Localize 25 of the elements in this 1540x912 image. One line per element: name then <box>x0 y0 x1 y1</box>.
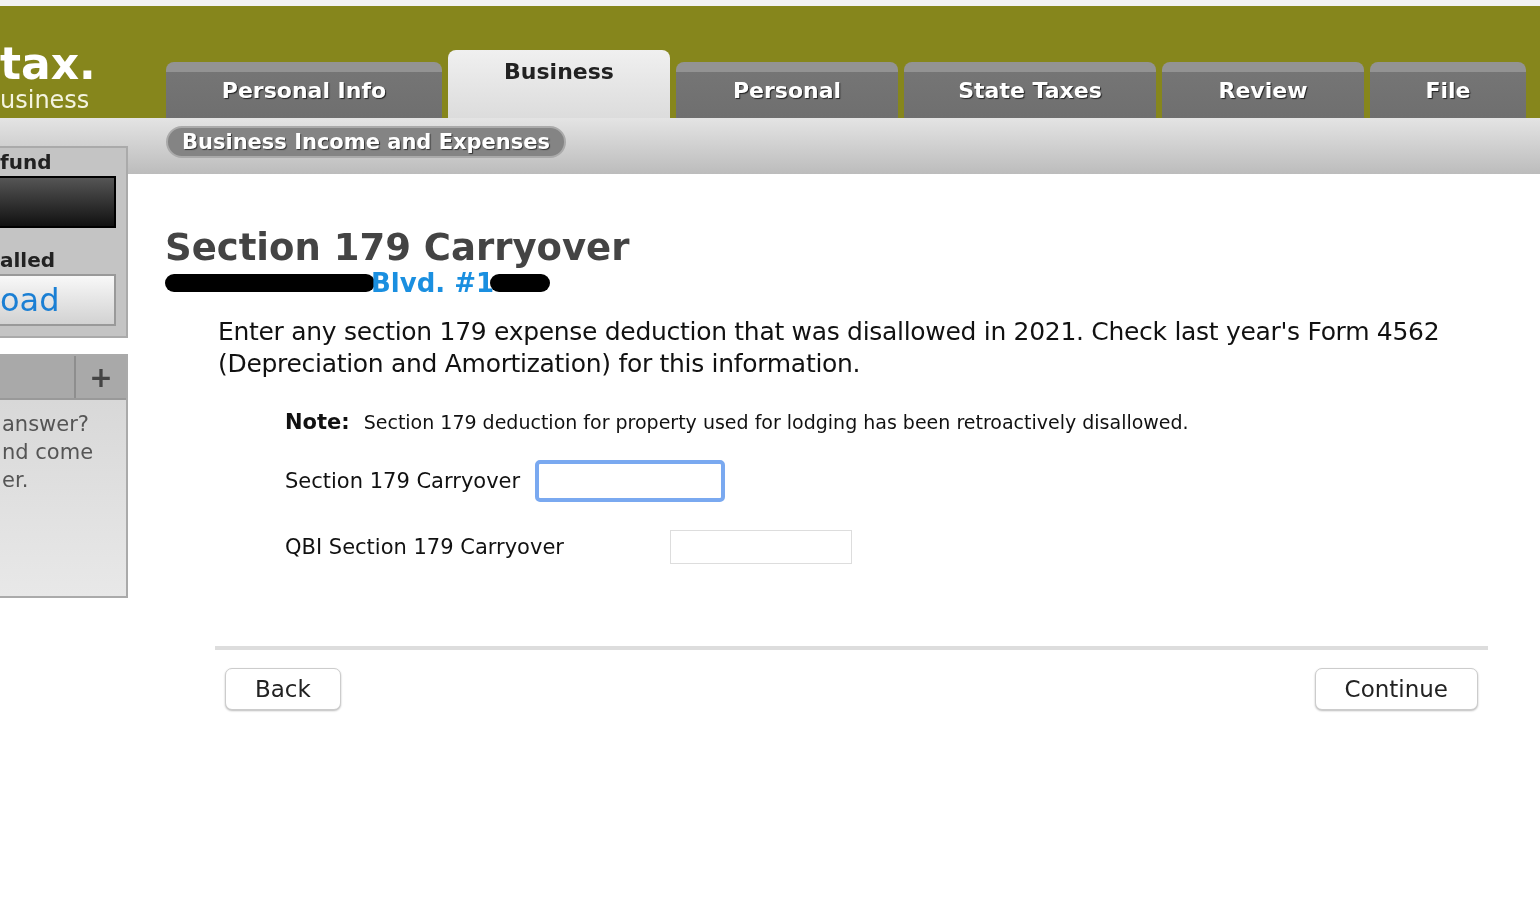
nav-tab[interactable]: Business <box>448 50 670 118</box>
download-button[interactable]: oad <box>0 274 116 326</box>
installed-label: alled <box>0 247 57 274</box>
logo-subtitle: usiness <box>0 86 91 114</box>
page-title: Section 179 Carryover <box>165 228 631 268</box>
field-label: QBI Section 179 Carryover <box>285 535 565 559</box>
continue-button[interactable]: Continue <box>1314 668 1478 710</box>
intro-text: Enter any section 179 expense deduction that was disallowed in 2021. Check last year's Form 4562 (Depreciation and Amortization) for this information. <box>218 316 1441 380</box>
nav-tab[interactable]: State Taxes <box>904 62 1156 118</box>
nav-tab[interactable]: Review <box>1162 62 1364 118</box>
refund-label: fund <box>0 149 53 176</box>
note-text: Section 179 deduction for property used for lodging has been retroactively disallowed. <box>363 411 1189 433</box>
back-button[interactable]: Back <box>225 668 341 710</box>
field-label: Section 179 Carryover <box>285 469 522 493</box>
note-label: Note: <box>285 410 350 434</box>
nav-tab[interactable]: File <box>1370 62 1526 118</box>
help-text: answer? <box>2 411 90 438</box>
help-text: er. <box>2 467 30 494</box>
address-link[interactable]: Blvd. #1 <box>371 268 495 298</box>
help-text: nd come <box>2 439 95 466</box>
input-field[interactable] <box>535 460 725 502</box>
subnav-tab[interactable]: Business Income and Expenses <box>166 126 567 158</box>
logo-wordmark: tax. <box>0 42 97 86</box>
nav-tab[interactable]: Personal <box>676 62 898 118</box>
nav-tab[interactable]: Personal Info <box>166 62 442 118</box>
